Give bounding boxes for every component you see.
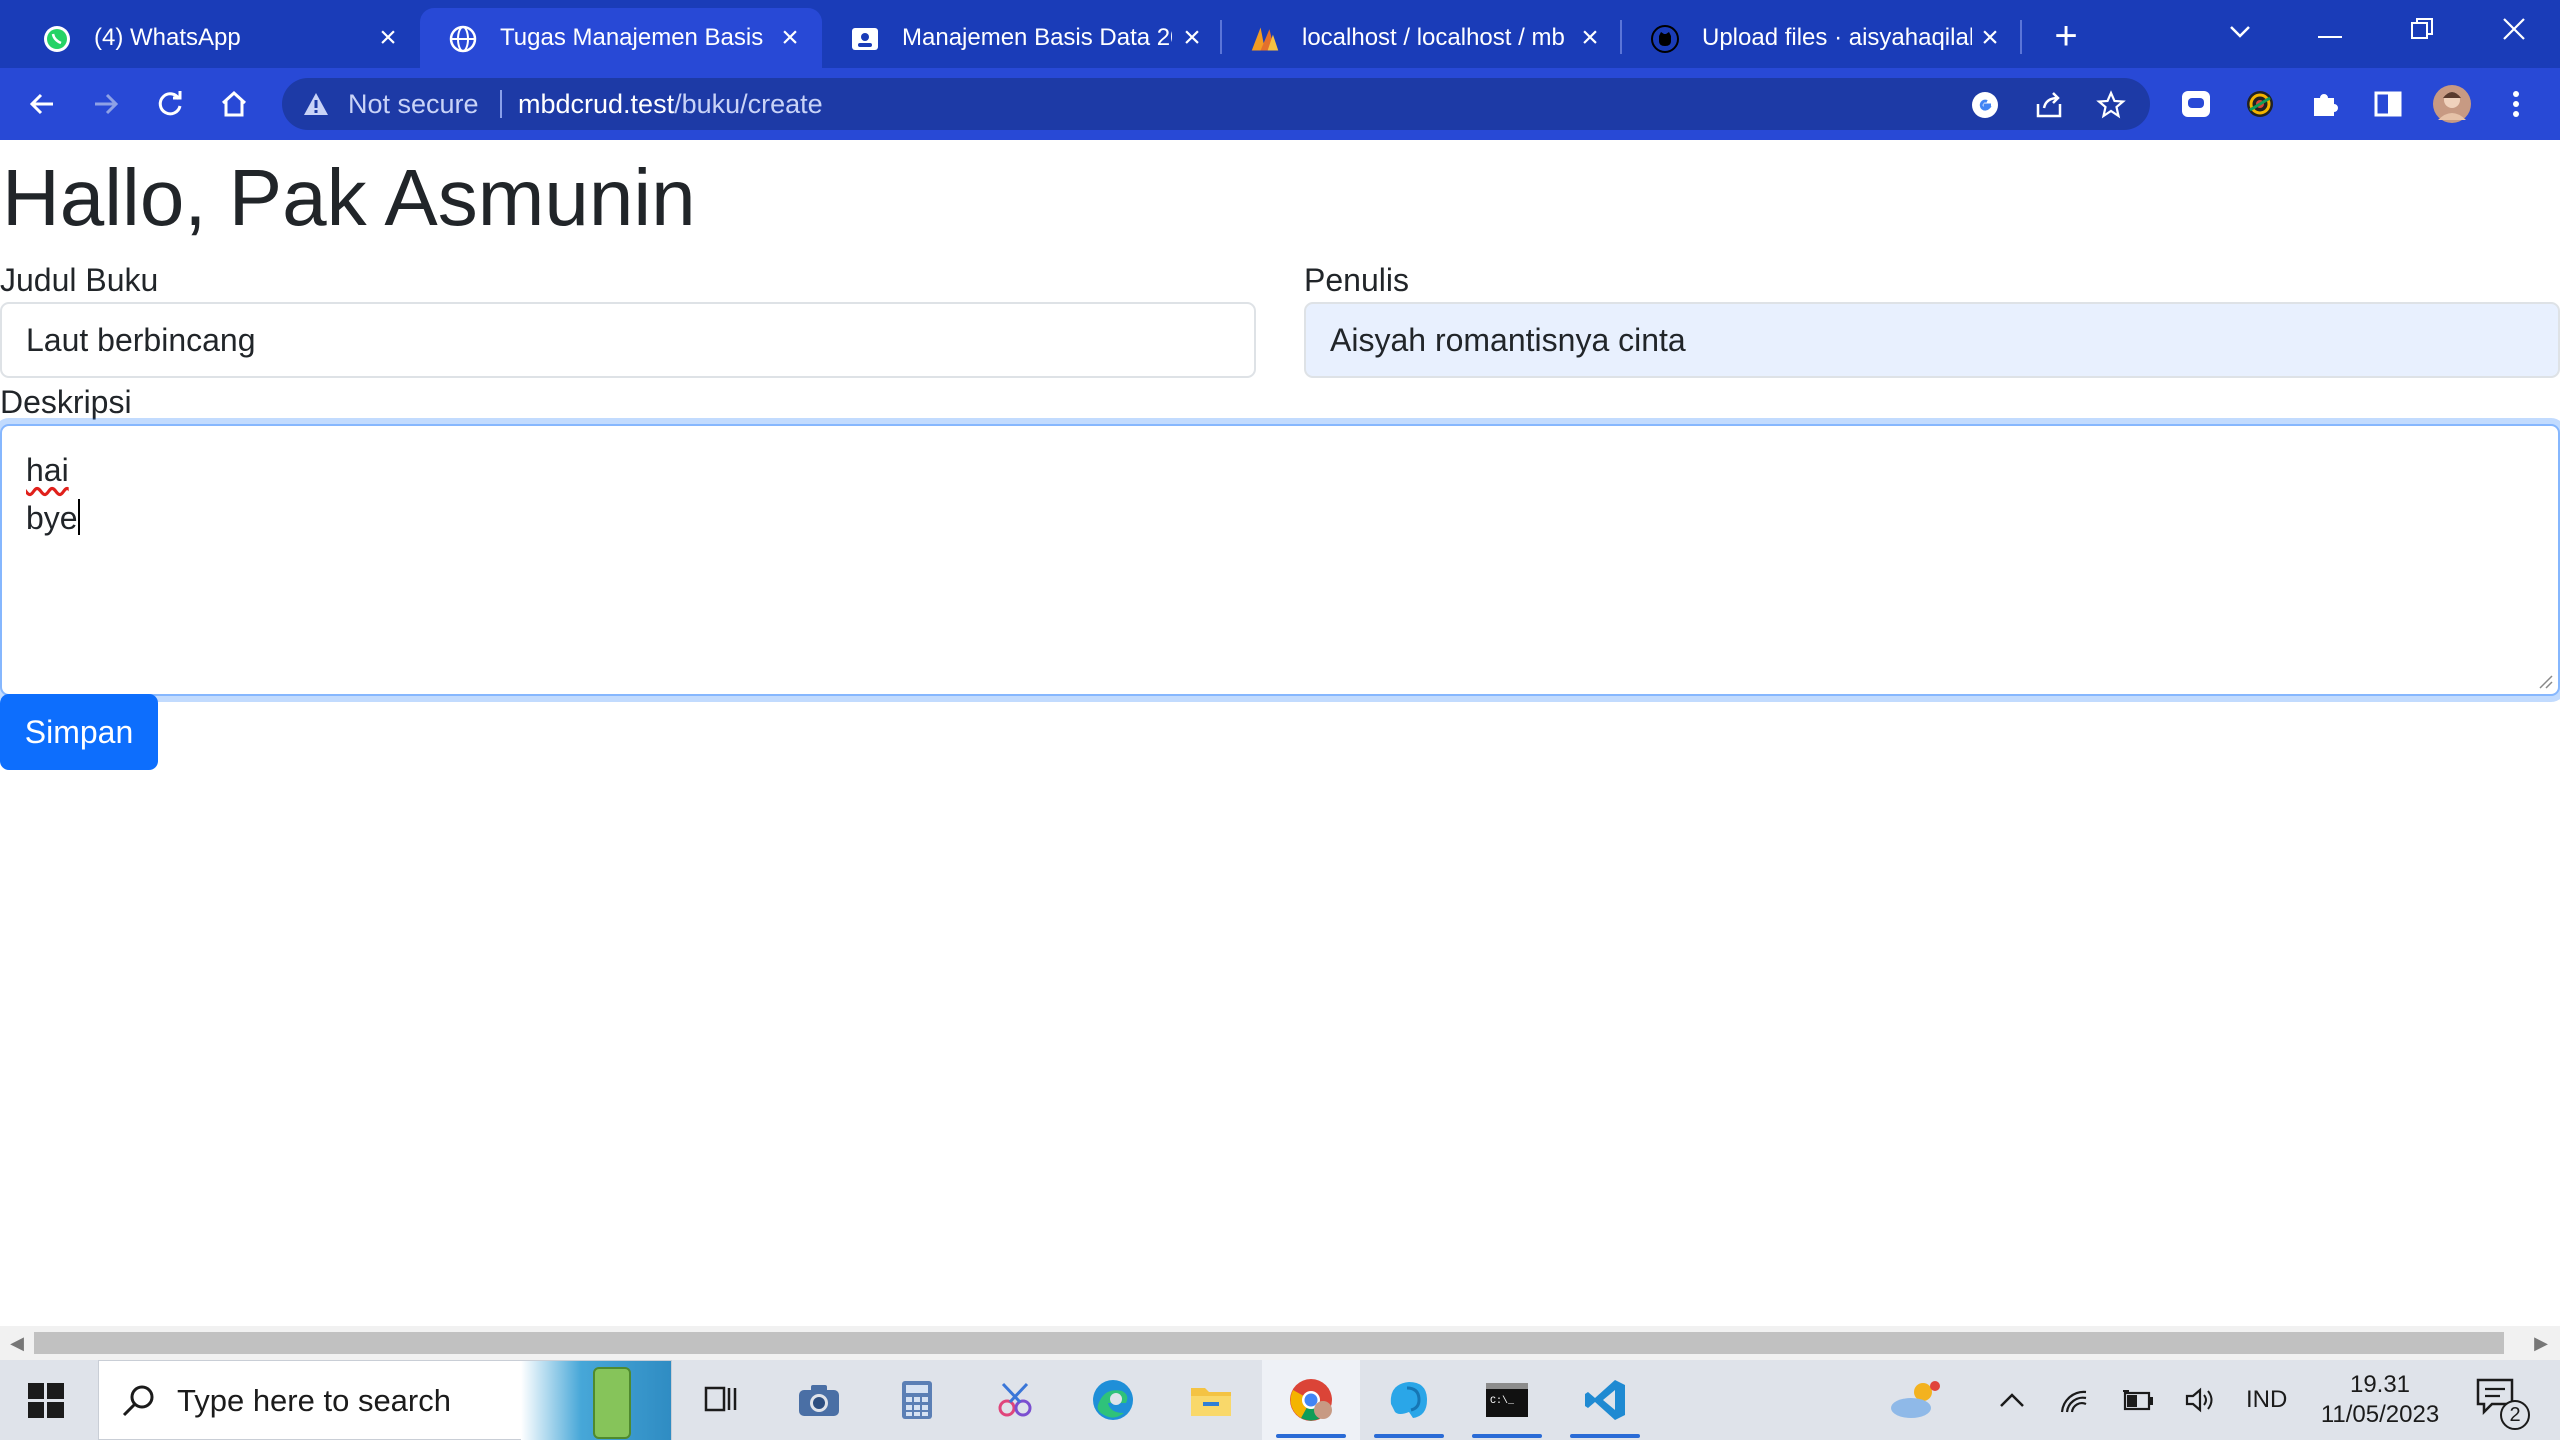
battery-icon[interactable]	[2118, 1360, 2158, 1440]
chrome-menu-icon[interactable]	[2494, 82, 2538, 126]
scroll-left-icon[interactable]: ◀	[6, 1332, 28, 1354]
tab-whatsapp[interactable]: (4) WhatsApp ×	[14, 8, 414, 68]
tab-title: Tugas Manajemen Basis D	[500, 24, 768, 51]
classroom-icon	[850, 24, 880, 54]
address-divider	[500, 90, 502, 118]
extension-chat-icon[interactable]	[2174, 82, 2218, 126]
close-icon[interactable]: ×	[1974, 22, 2006, 54]
google-lens-icon[interactable]	[1968, 88, 2002, 122]
minimize-icon[interactable]	[2300, 6, 2360, 56]
tab-manajemen-basis-data[interactable]: Manajemen Basis Data 20 ×	[822, 8, 1222, 68]
extensions-puzzle-icon[interactable]	[2302, 82, 2346, 126]
github-icon	[1650, 24, 1680, 54]
search-placeholder: Type here to search	[177, 1383, 451, 1418]
browser-tab-strip: (4) WhatsApp × Tugas Manajemen Basis D ×…	[0, 0, 2560, 68]
calculator-app-icon[interactable]	[868, 1360, 966, 1440]
window-close-icon[interactable]	[2484, 6, 2544, 56]
scrollbar-thumb[interactable]	[34, 1332, 2504, 1354]
close-icon[interactable]: ×	[372, 22, 404, 54]
textarea-line: bye	[26, 494, 2534, 542]
home-icon[interactable]	[212, 82, 256, 126]
svg-text:C:\_: C:\_	[1490, 1395, 1515, 1407]
reload-icon[interactable]	[148, 82, 192, 126]
judul-buku-label: Judul Buku	[0, 262, 159, 298]
url-host: mbdcrud.test	[518, 89, 675, 119]
tab-github-upload[interactable]: Upload files · aisyahaqilah ×	[1622, 8, 2022, 68]
browser-toolbar: Not secure mbdcrud.test/buku/create	[0, 68, 2560, 140]
edge-browser-icon[interactable]	[1064, 1360, 1162, 1440]
snipping-tool-icon[interactable]	[966, 1360, 1064, 1440]
warning-icon[interactable]	[302, 90, 330, 118]
restore-icon[interactable]	[2392, 6, 2452, 56]
close-icon[interactable]: ×	[1574, 22, 1606, 54]
deskripsi-label: Deskripsi	[0, 384, 132, 420]
tab-phpmyadmin[interactable]: localhost / localhost / mb ×	[1222, 8, 1622, 68]
share-icon[interactable]	[2032, 88, 2066, 122]
penulis-input[interactable]: Aisyah romantisnya cinta	[1304, 302, 2560, 378]
text-caret	[77, 499, 80, 535]
chevron-up-icon[interactable]	[1992, 1360, 2032, 1440]
tab-search-icon[interactable]	[2210, 6, 2270, 56]
laragon-app-icon[interactable]	[1360, 1360, 1458, 1440]
volume-icon[interactable]	[2180, 1360, 2220, 1440]
textarea-text: bye	[26, 500, 78, 536]
clock-date: 11/05/2023	[2320, 1401, 2440, 1428]
notification-badge: 2	[2500, 1400, 2530, 1430]
judul-buku-input[interactable]: Laut berbincang	[0, 302, 1256, 378]
url-text[interactable]: mbdcrud.test/buku/create	[518, 78, 823, 130]
scroll-right-icon[interactable]: ▶	[2530, 1332, 2552, 1354]
profile-avatar-icon[interactable]	[2430, 82, 2474, 126]
globe-icon	[448, 24, 478, 54]
tab-title: Manajemen Basis Data 20	[902, 24, 1172, 51]
notification-center-icon[interactable]: 2	[2476, 1378, 2530, 1430]
new-tab-button[interactable]: +	[2044, 14, 2088, 58]
back-icon[interactable]	[20, 82, 64, 126]
url-path: /buku/create	[674, 89, 823, 119]
windows-start-icon[interactable]	[26, 1380, 66, 1420]
chrome-app-icon[interactable]	[1262, 1360, 1360, 1440]
tab-title: (4) WhatsApp	[94, 24, 241, 51]
textarea-line: hai	[26, 446, 2534, 494]
page-content: Hallo, Pak Asmunin Judul Buku Laut berbi…	[0, 140, 2560, 1326]
page-title: Hallo, Pak Asmunin	[2, 153, 696, 242]
file-explorer-icon[interactable]	[1162, 1360, 1260, 1440]
tab-title: localhost / localhost / mb	[1302, 24, 1565, 51]
clock-time: 19.31	[2349, 1371, 2411, 1398]
wifi-icon[interactable]	[2054, 1360, 2094, 1440]
taskbar-clock[interactable]: 19.31 11/05/2023	[2310, 1370, 2450, 1430]
taskbar-search-box[interactable]: Type here to search	[98, 1360, 672, 1440]
security-label[interactable]: Not secure	[348, 78, 479, 130]
phpmyadmin-icon	[1250, 24, 1280, 54]
weather-icon[interactable]	[1880, 1360, 1950, 1440]
terminal-app-icon[interactable]: C:\_	[1458, 1360, 1556, 1440]
task-view-icon[interactable]	[672, 1360, 770, 1440]
textarea-text: hai	[26, 452, 69, 488]
bookmark-star-icon[interactable]	[2094, 88, 2128, 122]
windows-taskbar: Type here to search C:\_ IND 19.31 11/05…	[0, 1360, 2560, 1440]
tab-tugas-manajemen[interactable]: Tugas Manajemen Basis D ×	[420, 8, 822, 68]
camera-app-icon[interactable]	[770, 1360, 868, 1440]
horizontal-scrollbar[interactable]: ◀ ▶	[0, 1326, 2560, 1360]
tab-title: Upload files · aisyahaqilah	[1702, 24, 1972, 51]
close-icon[interactable]: ×	[774, 22, 806, 54]
soccer-field-icon	[593, 1367, 631, 1439]
close-icon[interactable]: ×	[1176, 22, 1208, 54]
search-icon	[122, 1385, 154, 1417]
language-indicator[interactable]: IND	[2246, 1360, 2287, 1440]
vscode-app-icon[interactable]	[1556, 1360, 1654, 1440]
forward-icon[interactable]	[84, 82, 128, 126]
simpan-button[interactable]: Simpan	[0, 694, 158, 770]
penulis-label: Penulis	[1304, 262, 1409, 298]
extension-color-icon[interactable]	[2238, 82, 2282, 126]
side-panel-icon[interactable]	[2366, 82, 2410, 126]
tab-divider	[2020, 20, 2022, 54]
deskripsi-textarea[interactable]: hai bye	[0, 424, 2560, 696]
search-highlight-image	[521, 1361, 671, 1440]
resize-handle-icon[interactable]	[2536, 672, 2554, 690]
whatsapp-icon	[42, 24, 72, 54]
address-bar[interactable]: Not secure mbdcrud.test/buku/create	[282, 78, 2150, 130]
